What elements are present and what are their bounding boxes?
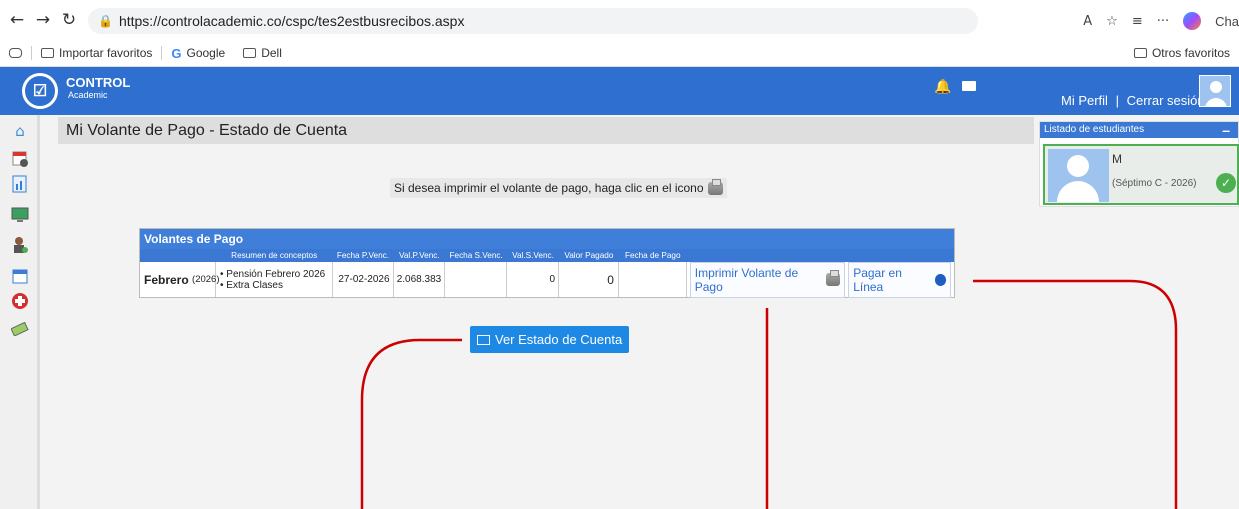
annotation-curve-left xyxy=(360,338,462,509)
annotation-curve-right xyxy=(973,279,1178,509)
annotation-lines xyxy=(360,279,1178,509)
